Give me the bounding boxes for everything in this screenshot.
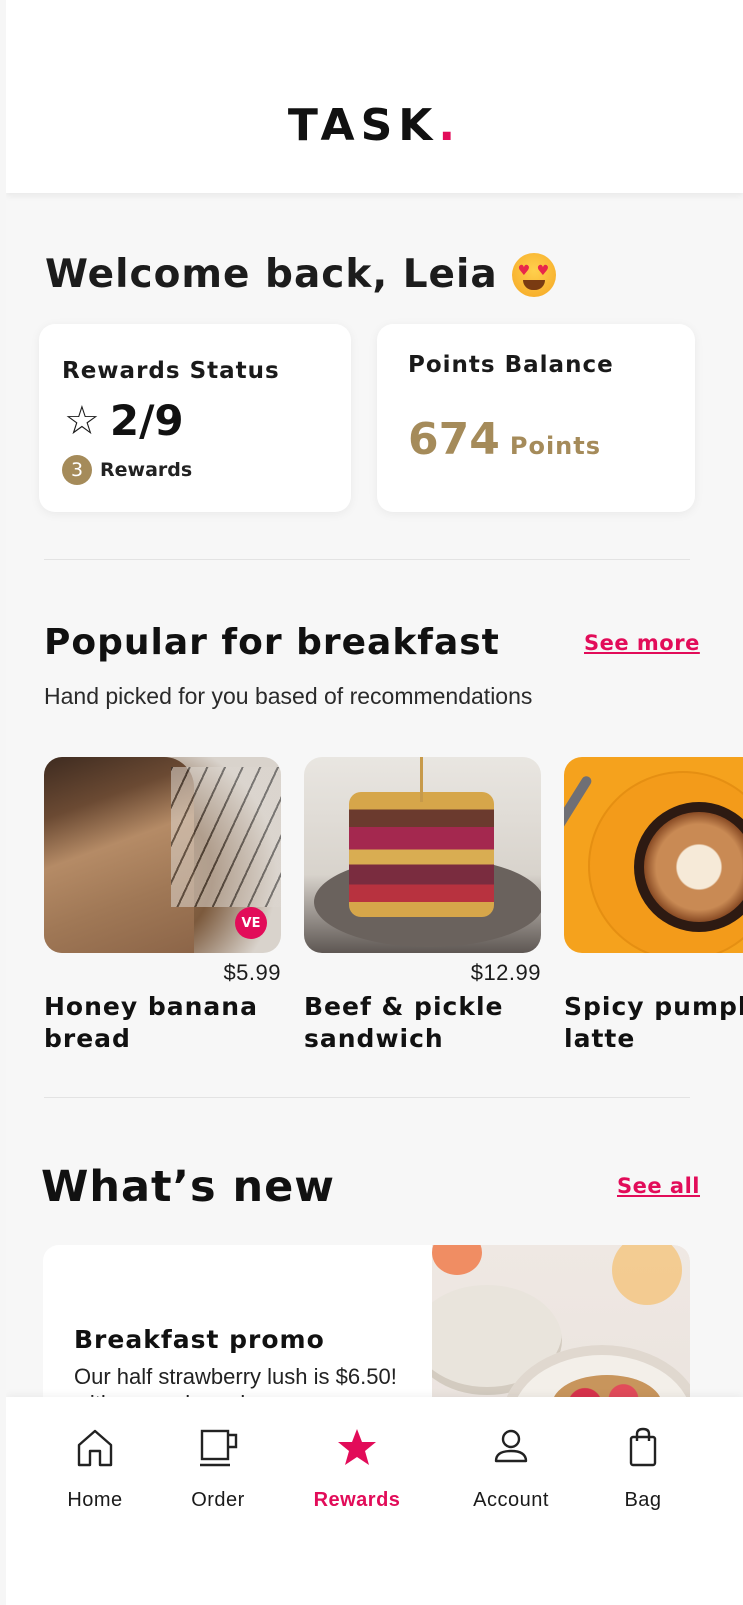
task-logo[interactable]: TASK. [6,100,743,151]
nav-rewards[interactable]: Rewards [302,1425,412,1512]
beef-pickle-sandwich-image [304,757,541,953]
product-price: $12.99 [470,960,541,985]
nav-label: Order [191,1489,245,1511]
product-name: Beef & pickle sandwich [304,992,504,1053]
nav-account[interactable]: Account [456,1425,566,1512]
welcome-heading: Welcome back, Leia ♥ ♥ [45,252,556,297]
rewards-count-row: 3 Rewards [62,455,192,485]
nav-label: Home [67,1489,123,1511]
rewards-status-card[interactable]: Rewards Status ☆ 2/9 3 Rewards [39,324,351,512]
popular-section-title: Popular for breakfast [44,622,500,663]
product-name: Honey banana bread [44,992,258,1053]
nav-order[interactable]: Order [163,1425,273,1512]
honey-banana-bread-image: VE [44,757,281,953]
rewards-status-value: 2/9 [109,396,184,445]
spicy-pumpkin-latte-image [564,757,743,953]
product-card-beef-pickle-sandwich[interactable]: $12.99 Beef & pickle sandwich [304,757,541,1053]
divider [44,559,690,560]
rewards-status-title: Rewards Status [62,358,280,384]
bag-icon [629,1427,657,1467]
rewards-count-label: Rewards [100,459,193,481]
nav-bag[interactable]: Bag [588,1425,698,1512]
nav-home[interactable]: Home [40,1425,150,1512]
points-balance-title: Points Balance [408,352,614,378]
product-price: $5.99 [223,960,281,985]
heart-eyes-emoji-icon: ♥ ♥ [511,252,556,297]
points-balance-unit: Points [509,432,602,460]
logo-dot: . [438,100,462,151]
points-balance-value: 674 [408,414,500,465]
welcome-text: Welcome back, Leia [45,252,498,297]
logo-text: TASK [287,100,439,151]
star-icon [338,1429,376,1465]
star-outline-icon: ☆ [64,397,100,444]
promo-title: Breakfast promo [74,1325,325,1354]
nav-label: Rewards [313,1489,401,1511]
app-header: TASK. [6,0,743,193]
product-name: Spicy pumpkin latte [564,992,743,1053]
rewards-count-badge: 3 [62,455,92,485]
points-balance-card[interactable]: Points Balance 674 Points [377,324,695,512]
nav-label: Bag [624,1489,662,1511]
product-card-spicy-pumpkin-latte[interactable]: $ Spicy pumpkin latte [564,757,743,1053]
home-icon [77,1429,113,1467]
person-icon [494,1429,528,1463]
app-screen: TASK. Welcome back, Leia ♥ ♥ Rewards Stat… [6,0,743,1605]
popular-subtitle: Hand picked for you based of recommendat… [44,683,533,709]
points-balance-row: 674 Points [408,414,601,465]
divider [44,1097,690,1098]
nav-label: Account [473,1489,549,1511]
bottom-nav: Home Order Rewards Account Bag [6,1397,743,1605]
rewards-status-row: ☆ 2/9 [64,396,184,445]
cup-icon [200,1429,238,1467]
see-more-link[interactable]: See more [584,631,700,655]
whats-new-title: What’s new [41,1162,336,1212]
see-all-link[interactable]: See all [617,1174,700,1198]
vegan-badge: VE [235,907,267,939]
product-card-honey-banana-bread[interactable]: VE $5.99 Honey banana bread [44,757,281,1053]
